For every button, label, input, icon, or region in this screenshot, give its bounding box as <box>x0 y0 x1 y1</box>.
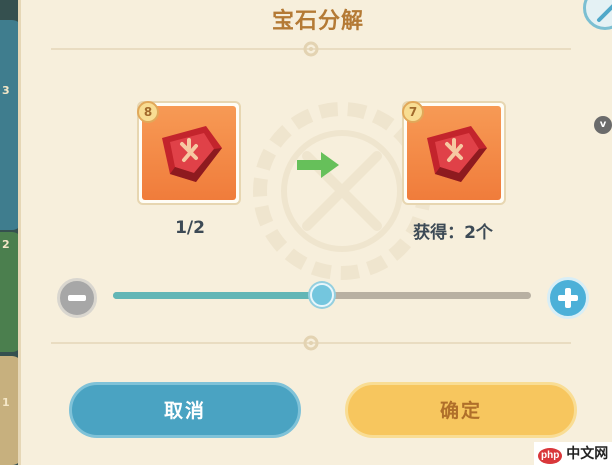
background-list-number: 2 <box>2 238 10 251</box>
gear-icon <box>303 335 319 351</box>
gem-decompose-dialog: 宝石分解 8 1/2 7 获得：2个 取消 确定 <box>18 0 612 465</box>
site-watermark: php 中文网 <box>534 442 612 465</box>
top-divider <box>51 41 571 57</box>
confirm-button[interactable]: 确定 <box>345 382 577 438</box>
plus-button[interactable] <box>547 277 589 319</box>
result-gem-count: 获得：2个 <box>413 223 493 243</box>
red-gem-icon <box>162 126 222 182</box>
side-badge: v <box>594 116 612 134</box>
gear-icon <box>303 41 319 57</box>
gem-level-badge: 8 <box>137 101 159 123</box>
gem-level-badge: 7 <box>402 101 424 123</box>
source-gem-count: 1/2 <box>175 218 205 238</box>
background-list-number: 1 <box>2 396 10 409</box>
site-watermark-text: 中文网 <box>566 445 609 461</box>
result-gem-slot[interactable]: 7 <box>402 101 506 205</box>
bottom-divider <box>51 335 571 351</box>
minus-button[interactable] <box>57 278 97 318</box>
dialog-title: 宝石分解 <box>271 9 364 34</box>
source-gem-slot[interactable]: 8 <box>137 101 241 205</box>
arrow-right-icon <box>297 152 339 178</box>
php-logo: php <box>538 448 563 464</box>
quantity-slider-fill <box>113 292 322 299</box>
background-list-number: 3 <box>2 84 10 97</box>
red-gem-icon <box>427 126 487 182</box>
quantity-slider-track[interactable] <box>113 283 531 307</box>
quantity-slider-thumb[interactable] <box>310 283 334 307</box>
close-icon <box>597 4 612 22</box>
cancel-button[interactable]: 取消 <box>69 382 301 438</box>
